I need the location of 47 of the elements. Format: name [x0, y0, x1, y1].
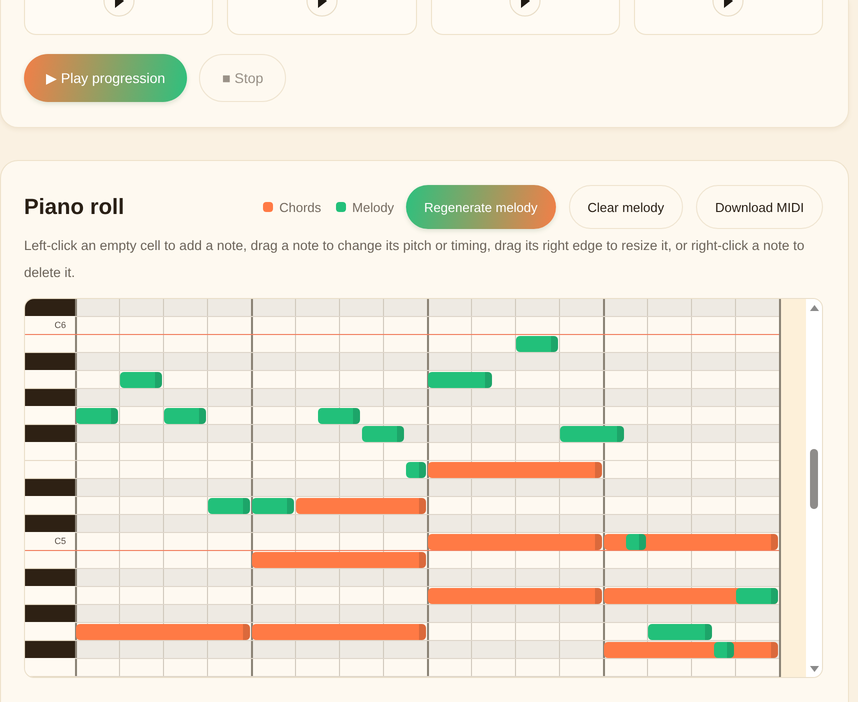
melody-note[interactable] — [714, 642, 734, 658]
chord-note[interactable] — [428, 534, 602, 550]
regenerate-button[interactable]: Regenerate melody — [406, 185, 556, 229]
melody-note[interactable] — [252, 498, 294, 514]
melody-note[interactable] — [76, 408, 118, 424]
chord-note[interactable] — [76, 624, 250, 640]
chord-note[interactable] — [252, 624, 426, 640]
clear-button[interactable]: Clear melody — [568, 185, 684, 229]
piano-key — [25, 641, 75, 659]
piano-key — [25, 479, 75, 497]
legend-label: Chords — [279, 200, 322, 214]
scrollbar[interactable] — [806, 299, 822, 677]
scrollbar-thumb[interactable] — [810, 449, 818, 509]
melody-note[interactable] — [208, 498, 250, 514]
scroll-up-icon[interactable] — [810, 305, 818, 311]
piano-key — [25, 569, 75, 587]
play-icon[interactable] — [712, 0, 744, 17]
instructions-text: Left-click an empty cell to add a note, drag a note to change its pitch or timing, drag its right edge to resize it, or right-click a note to delete it. — [24, 237, 806, 282]
melody-note[interactable] — [164, 408, 206, 424]
piano-key — [25, 353, 75, 371]
melody-note[interactable] — [428, 372, 492, 388]
piano-key — [25, 515, 75, 533]
play-progression-button[interactable]: ▶ Play progression — [24, 54, 188, 102]
chord-note[interactable] — [428, 588, 602, 604]
legend-label: Melody — [352, 200, 394, 214]
play-icon[interactable] — [509, 0, 542, 17]
play-icon[interactable] — [102, 0, 135, 17]
melody-note[interactable] — [560, 426, 624, 442]
melody-note[interactable] — [626, 534, 646, 550]
piano-key — [25, 299, 75, 317]
melody-note[interactable] — [406, 462, 426, 478]
melody-note[interactable] — [516, 336, 558, 352]
melody-note[interactable] — [318, 408, 360, 424]
melody-note[interactable] — [736, 588, 778, 604]
melody-note[interactable] — [362, 426, 404, 442]
piano-key — [25, 425, 75, 443]
melody-note[interactable] — [648, 624, 712, 640]
download-button[interactable]: Download MIDI — [696, 185, 823, 229]
section-title: Piano roll — [24, 194, 126, 220]
chord-note[interactable] — [252, 552, 426, 568]
chord-note[interactable] — [428, 462, 602, 478]
chord-note[interactable] — [296, 498, 426, 514]
piano-key — [25, 389, 75, 407]
piano-key — [25, 605, 75, 623]
play-icon[interactable] — [306, 0, 338, 17]
scroll-down-icon[interactable] — [810, 666, 818, 672]
melody-note[interactable] — [120, 372, 162, 388]
